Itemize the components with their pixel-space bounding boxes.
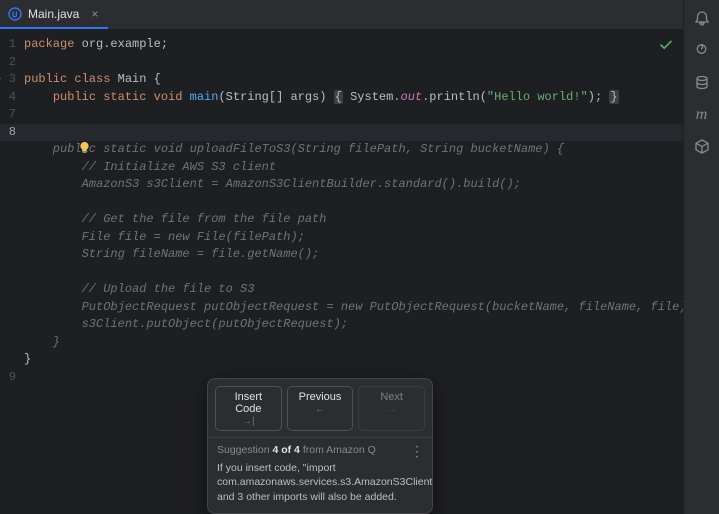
close-tab-icon[interactable]: ×: [91, 7, 98, 21]
right-toolbar: m: [683, 0, 719, 514]
gutter: 1 2 3 4 7 8 9: [0, 30, 24, 514]
code-editor[interactable]: 1 2 3 4 7 8 9 package org.example;: [0, 30, 683, 514]
maven-icon[interactable]: m: [693, 106, 711, 124]
suggestion-counter: Suggestion 4 of 4 from Amazon Q: [217, 444, 423, 456]
file-tab[interactable]: Main.java ×: [0, 0, 108, 29]
insert-code-button[interactable]: Insert Code→|: [215, 386, 282, 431]
java-file-icon: [8, 7, 22, 21]
intention-bulb-icon[interactable]: [6, 124, 19, 137]
kebab-menu-icon[interactable]: ⋮: [410, 444, 424, 458]
previous-button[interactable]: Previous←: [287, 386, 354, 431]
suggestion-message: If you insert code, "import com.amazonaw…: [217, 461, 423, 504]
database-icon[interactable]: [693, 74, 711, 92]
file-tab-label: Main.java: [28, 7, 79, 21]
notifications-icon[interactable]: [693, 10, 711, 28]
code-icon[interactable]: [693, 42, 711, 60]
editor-tabs: Main.java ×: [0, 0, 683, 30]
code-suggestion-popup: Insert Code→| Previous← Next→ ⋮ Suggesti…: [207, 378, 433, 514]
next-button[interactable]: Next→: [358, 386, 425, 431]
package-icon[interactable]: [693, 138, 711, 156]
